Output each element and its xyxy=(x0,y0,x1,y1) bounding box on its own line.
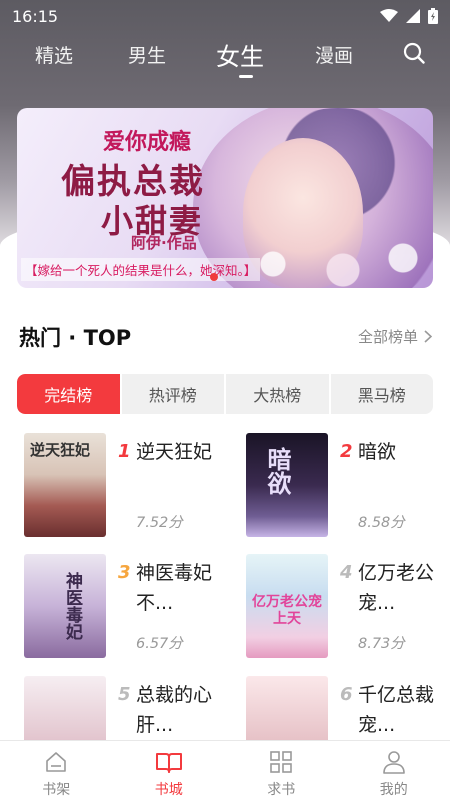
nav-profile[interactable]: 我的 xyxy=(338,741,450,800)
nav-bookstore[interactable]: 书城 xyxy=(113,741,226,800)
ranking-segmented-control: 完结榜 热评榜 大热榜 黑马榜 xyxy=(17,374,433,414)
book-title: 千亿总裁宠... xyxy=(358,684,435,736)
cover-title: 逆天狂妃 xyxy=(30,441,91,459)
nav-request-label: 求书 xyxy=(267,782,296,798)
book-score: 7.52分 xyxy=(136,515,183,531)
book-title: 逆天狂妃 xyxy=(136,441,213,463)
book-rank: 2 xyxy=(340,441,353,462)
book-title: 总裁的心肝... xyxy=(136,684,213,736)
banner-author: 阿伊·作品 xyxy=(131,234,197,252)
promo-banner[interactable]: 爱你成瘾 偏执总裁 小甜妻 阿伊·作品 【嫁给一个死人的结果是什么，她深知。】 xyxy=(17,108,433,288)
tab-male[interactable]: 男生 xyxy=(128,41,166,68)
wifi-icon xyxy=(380,9,398,22)
chevron-right-icon xyxy=(424,330,432,343)
seg-hot-reviews[interactable]: 热评榜 xyxy=(122,374,226,414)
book-score: 8.58分 xyxy=(358,515,405,531)
banner-page-indicator xyxy=(210,273,218,281)
section-title: 热门 · TOP xyxy=(19,326,132,350)
banner-subtitle: 爱你成瘾 xyxy=(103,129,192,155)
nav-bookstore-label: 书城 xyxy=(154,782,183,798)
nav-profile-label: 我的 xyxy=(379,782,408,798)
banner-tagline: 【嫁给一个死人的结果是什么，她深知。】 xyxy=(21,258,261,281)
open-book-icon xyxy=(155,753,182,773)
book-item[interactable]: 暗欲 2 暗欲 8.58分 xyxy=(240,433,440,543)
book-rank: 6 xyxy=(340,684,353,705)
top-nav: 精选 男生 女生 漫画 xyxy=(0,32,450,76)
cover-title: 亿万老公宠上天 xyxy=(252,594,322,627)
book-cover: 暗欲 xyxy=(246,433,328,537)
cover-title: 神医毒妃 xyxy=(62,572,82,640)
active-tab-indicator xyxy=(239,75,253,78)
status-time: 16:15 xyxy=(12,6,59,26)
tab-comics[interactable]: 漫画 xyxy=(315,41,353,68)
cover-title: 暗欲 xyxy=(263,447,292,495)
book-title: 神医毒妃不... xyxy=(136,562,213,614)
status-icons xyxy=(380,8,438,24)
seg-completed[interactable]: 完结榜 xyxy=(17,374,122,414)
nav-bookshelf[interactable]: 书架 xyxy=(0,741,113,800)
book-title: 亿万老公宠... xyxy=(358,562,435,614)
status-bar: 16:15 xyxy=(0,0,450,32)
book-rank: 1 xyxy=(118,441,131,462)
book-cover: 逆天狂妃 xyxy=(24,433,106,537)
tab-female[interactable]: 女生 xyxy=(216,37,264,72)
book-cover: 神医毒妃 xyxy=(24,554,106,658)
book-score: 6.57分 xyxy=(136,636,183,652)
book-item[interactable]: 亿万老公宠上天 4 亿万老公宠... 8.73分 xyxy=(240,554,440,664)
all-rankings-label: 全部榜单 xyxy=(357,328,418,346)
banner-art-flowers xyxy=(233,228,433,288)
book-cover: 亿万老公宠上天 xyxy=(246,554,328,658)
seg-trending[interactable]: 大热榜 xyxy=(226,374,331,414)
book-item[interactable]: 神医毒妃 3 神医毒妃不... 6.57分 xyxy=(18,554,218,664)
tab-featured[interactable]: 精选 xyxy=(35,41,73,68)
bottom-nav: 书架 书城 求书 我的 xyxy=(0,740,450,800)
all-rankings-link[interactable]: 全部榜单 xyxy=(358,326,432,347)
nav-request[interactable]: 求书 xyxy=(225,741,338,800)
hot-section: 热门 · TOP 全部榜单 完结榜 热评榜 大热榜 黑马榜 逆天狂妃 1 逆天狂… xyxy=(0,296,450,780)
nav-bookshelf-label: 书架 xyxy=(42,782,71,798)
user-icon xyxy=(382,751,405,774)
bookshelf-icon xyxy=(46,752,67,772)
seg-dark-horse[interactable]: 黑马榜 xyxy=(331,374,434,414)
book-item[interactable]: 逆天狂妃 1 逆天狂妃 7.52分 xyxy=(18,433,218,543)
signal-icon xyxy=(406,9,420,23)
grid-icon xyxy=(270,751,293,773)
search-icon[interactable] xyxy=(403,42,425,64)
book-rank: 4 xyxy=(340,562,353,583)
book-score: 8.73分 xyxy=(358,636,405,652)
battery-icon xyxy=(428,8,438,24)
book-rank: 3 xyxy=(118,562,131,583)
book-rank: 5 xyxy=(118,684,131,705)
book-title: 暗欲 xyxy=(358,441,397,463)
